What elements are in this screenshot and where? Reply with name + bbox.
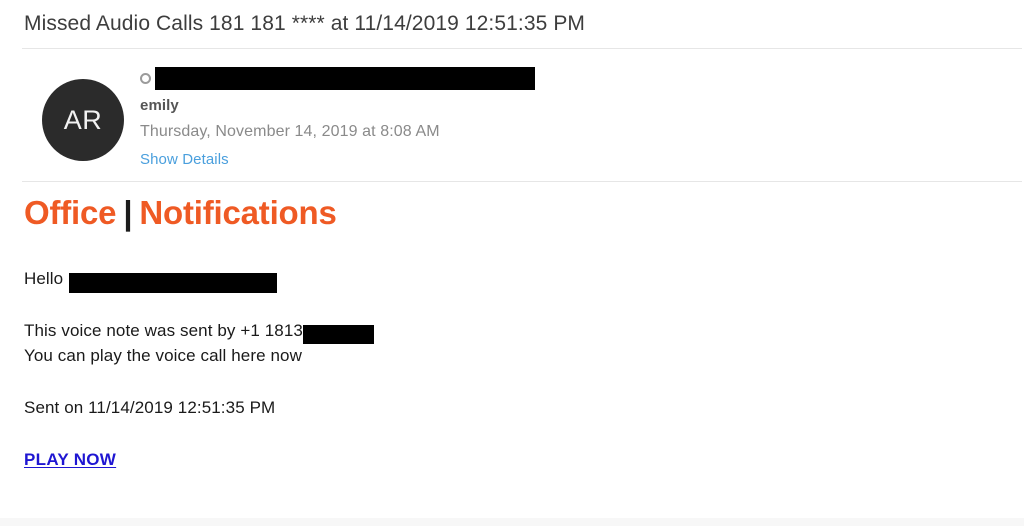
sender-display-name: emily (140, 97, 179, 114)
voice-note-line: This voice note was sent by +1 1813 (0, 319, 1024, 345)
avatar-initials: AR (63, 104, 103, 135)
play-hint-line: You can play the voice call here now (24, 346, 302, 365)
redacted-phone-number (302, 325, 374, 345)
sent-on-line: Sent on 11/14/2019 12:51:35 PM (24, 398, 276, 417)
divider-below-subject (22, 48, 1022, 49)
subject-header: Missed Audio Calls 181 181 **** at 11/14… (0, 0, 1024, 48)
message-body: Office | Notifications Hello This voice no… (0, 192, 1024, 470)
sender-details: emily Thursday, November 14, 2019 at 8:0… (140, 62, 840, 170)
bottom-band (0, 518, 1024, 526)
sender-email-row (140, 66, 840, 90)
show-details-link[interactable]: Show Details (140, 150, 229, 170)
sender-date: Thursday, November 14, 2019 at 8:08 AM (140, 123, 440, 140)
contact-circle-icon (140, 72, 151, 84)
brand-first-word: Office (24, 194, 117, 231)
sender-block: AR emily Thursday, November 14, 2019 at … (0, 62, 1024, 180)
divider-below-sender (22, 181, 1022, 182)
greeting-text: Hello (24, 269, 64, 288)
redacted-sender-email (155, 66, 535, 90)
subject-text: Missed Audio Calls 181 181 **** at 11/14… (24, 12, 586, 35)
brand-separator: | (123, 194, 133, 231)
brand-heading: Office | Notifications (0, 192, 1024, 234)
greeting-line: Hello (0, 267, 1024, 293)
play-now-link[interactable]: PLAY NOW (24, 450, 116, 470)
avatar: AR (42, 79, 124, 161)
brand-second-word: Notifications (139, 194, 337, 231)
voice-note-text: This voice note was sent by +1 1813 (24, 321, 303, 340)
email-message-view: Missed Audio Calls 181 181 **** at 11/14… (0, 0, 1024, 526)
redacted-recipient-name (69, 272, 278, 293)
